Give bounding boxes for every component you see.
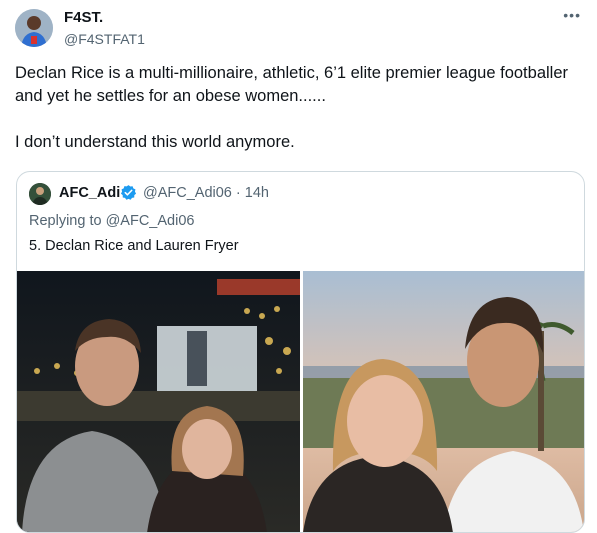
author-avatar[interactable] <box>15 9 53 47</box>
tweet-text-line-2: I don’t understand this world anymore. <box>15 133 295 151</box>
quoted-tweet[interactable]: AFC_Adi @AFC_Adi06 · 14h Replying to @AF… <box>16 171 585 533</box>
quoted-author-name[interactable]: AFC_Adi <box>59 185 120 201</box>
more-options-icon[interactable]: ••• <box>563 7 581 23</box>
replying-handle-link[interactable]: @AFC_Adi06 <box>106 213 195 229</box>
replying-prefix: Replying to <box>29 213 106 229</box>
replying-to: Replying to @AFC_Adi06 <box>29 213 194 229</box>
quoted-author-avatar[interactable] <box>29 183 51 205</box>
verified-badge-icon <box>120 184 137 201</box>
photo-sunset-sea[interactable] <box>303 271 584 532</box>
tweet-text-line-1: Declan Rice is a multi-millionaire, athl… <box>15 64 568 105</box>
photo-night-stadium[interactable] <box>17 271 300 532</box>
quoted-tweet-text: 5. Declan Rice and Lauren Fryer <box>29 238 239 254</box>
tweet-text: Declan Rice is a multi-millionaire, athl… <box>15 62 585 154</box>
quoted-handle-time[interactable]: @AFC_Adi06 · 14h <box>143 185 269 201</box>
author-name[interactable]: F4ST. <box>64 9 103 26</box>
author-handle[interactable]: @F4STFAT1 <box>64 31 145 47</box>
